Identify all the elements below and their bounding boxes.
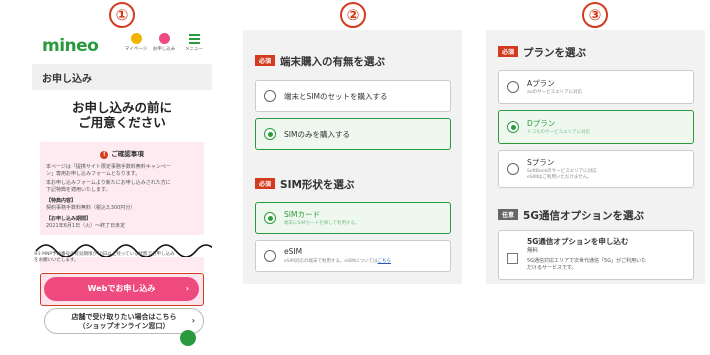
page-title-line1: お申し込みの前に (71, 100, 172, 115)
section-plan: 必須 プランを選ぶ (498, 45, 586, 60)
radio-button[interactable] (507, 163, 519, 175)
alert-icon: ! (100, 151, 109, 159)
mypage-link[interactable]: マイページ (122, 33, 150, 52)
footnote-cont: をお願いいたします。 (34, 258, 79, 263)
step-number-3: ③ (582, 2, 608, 28)
plan-selection: 必須 プランを選ぶ Aプラン auのサービスエリアに対応 Dプラン ドコモのサービ… (486, 30, 705, 284)
option-description: auのサービスエリアに対応 (527, 90, 583, 95)
radio-button[interactable] (264, 250, 276, 262)
option-5g[interactable]: 5G通信オプションを申し込む 無料 5G通信対応エリアで次世代通信「5G」がご利… (498, 230, 694, 280)
option-description: 5G通信対応エリアで次世代通信「5G」がご利用いた (527, 258, 647, 264)
chevron-right-icon: › (191, 316, 195, 325)
mypage-label: マイページ (124, 47, 148, 52)
page-title: お申し込みの前に ご用意ください (32, 100, 212, 130)
option-sim-card[interactable]: SIMカード 端末にSIMカードを挿して利用する。 (255, 202, 451, 234)
radio-button-selected[interactable] (264, 128, 276, 140)
shop-pickup-button[interactable]: 店舗で受け取りたい場合はこちら （ショップオンライン窓口） › (44, 308, 204, 334)
notice-line: ン」専用お申し込みフォームとなります。 (46, 171, 141, 177)
optional-badge: 任意 (498, 209, 519, 220)
section-sim-type: 必須 SIM形状を選ぶ (255, 177, 354, 192)
option-description: eSIMはご利用いただけません。 (527, 175, 592, 180)
apply-label: お申し込み (152, 47, 176, 52)
benefit-text: 契約事務手数料無料（税込3,300円分） (46, 205, 136, 211)
section-title: SIM形状を選ぶ (280, 179, 355, 191)
option-label: SIMのみを購入する (284, 130, 350, 139)
device-and-sim-selection: 必須 端末購入の有無を選ぶ 端末とSIMのセットを購入する SIMのみを購入する … (243, 30, 462, 284)
web-apply-highlight: Webでお申し込み › (40, 273, 204, 306)
period-heading: 【お申し込み期間】 (46, 216, 92, 222)
esim-note: eSIM対応の端末で利用する。eSIMについては (284, 259, 378, 264)
section-band: お申し込み (32, 64, 212, 90)
menu-label: メニュー (185, 47, 203, 52)
section-title: 5G通信オプションを選ぶ (523, 210, 644, 222)
required-badge: 必須 (255, 55, 276, 66)
step-number-2: ② (340, 2, 366, 28)
radio-button[interactable] (264, 90, 276, 102)
notice-line: 下記特典を適用いたします。 (46, 187, 111, 193)
option-label: eSIM (284, 247, 303, 256)
web-apply-label: Webでお申し込み (87, 284, 156, 293)
section-5g-option: 任意 5G通信オプションを選ぶ (498, 208, 644, 223)
option-label: 5G通信オプションを申し込む (527, 237, 629, 246)
benefit-heading: 【特典内容】 (46, 198, 77, 204)
menu-button[interactable]: メニュー (180, 33, 208, 52)
option-plan-a[interactable]: Aプラン auのサービスエリアに対応 (498, 70, 694, 104)
mineo-logo[interactable]: mineo (42, 36, 99, 56)
option-description: ドコモのサービスエリアに対応 (527, 130, 590, 135)
notice-title-text: ご確認事項 (111, 150, 144, 158)
shop-button-line2: （ショップオンライン窓口） (78, 322, 170, 330)
option-description: だけるサービスです。 (527, 265, 577, 271)
required-badge: 必須 (255, 178, 276, 189)
section-title: プランを選ぶ (523, 47, 587, 59)
notice-title: ! ご確認事項 (40, 148, 204, 159)
application-start-screen: mineo マイページ お申し込み メニュー お申し込み お申し込みの前に ご用… (32, 30, 212, 355)
person-icon (130, 33, 142, 44)
notice-line: 本お申し込みフォームより新たにお申し込みされた方に (46, 180, 171, 186)
apply-link[interactable]: お申し込み (150, 33, 178, 52)
option-sim-only[interactable]: SIMのみを購入する (255, 118, 451, 150)
radio-button-selected[interactable] (507, 121, 519, 133)
site-header: mineo マイページ お申し込み メニュー (32, 30, 212, 64)
option-label: Dプラン (527, 119, 556, 128)
option-label: Aプラン (527, 79, 555, 88)
section-device-purchase: 必須 端末購入の有無を選ぶ (255, 54, 385, 69)
free-label: 無料 (527, 248, 539, 254)
option-plan-d[interactable]: Dプラン ドコモのサービスエリアに対応 (498, 110, 694, 144)
web-apply-button[interactable]: Webでお申し込み › (44, 277, 199, 301)
option-description: 端末にSIMカードを挿して利用する。 (284, 221, 360, 226)
option-device-and-sim[interactable]: 端末とSIMのセットを購入する (255, 80, 451, 112)
chevron-right-icon: › (185, 284, 189, 293)
chat-bubble-icon[interactable] (180, 330, 196, 346)
checkbox[interactable] (507, 253, 518, 264)
step-number-1: ① (109, 2, 135, 28)
radio-button-selected[interactable] (264, 212, 276, 224)
shop-button-line1: 店舗で受け取りたい場合はこちら (71, 313, 177, 321)
required-badge: 必須 (498, 46, 519, 57)
notice-line: 本ページは「提携サイト限定事務手数料無料キャンペー (46, 164, 171, 170)
page-title-line2: ご用意ください (78, 115, 166, 130)
esim-info-link[interactable]: こちら (377, 259, 391, 264)
menu-icon (188, 34, 200, 44)
option-label: SIMカード (284, 210, 320, 219)
option-label: Sプラン (527, 158, 555, 167)
radio-button[interactable] (507, 81, 519, 93)
option-label: 端末とSIMのセットを購入する (284, 92, 388, 101)
period-text: 2021年6月1日（火）～終了日未定 (46, 223, 126, 229)
option-plan-s[interactable]: Sプラン SoftBankのサービスエリアに対応 eSIMはご利用いただけません… (498, 150, 694, 188)
band-title: お申し込み (42, 74, 92, 85)
section-title: 端末購入の有無を選ぶ (280, 56, 386, 68)
option-description: eSIM対応の端末で利用する。eSIMについてはこちら (284, 259, 391, 265)
cart-icon (158, 33, 170, 44)
option-esim[interactable]: eSIM eSIM対応の端末で利用する。eSIMについてはこちら (255, 240, 451, 272)
